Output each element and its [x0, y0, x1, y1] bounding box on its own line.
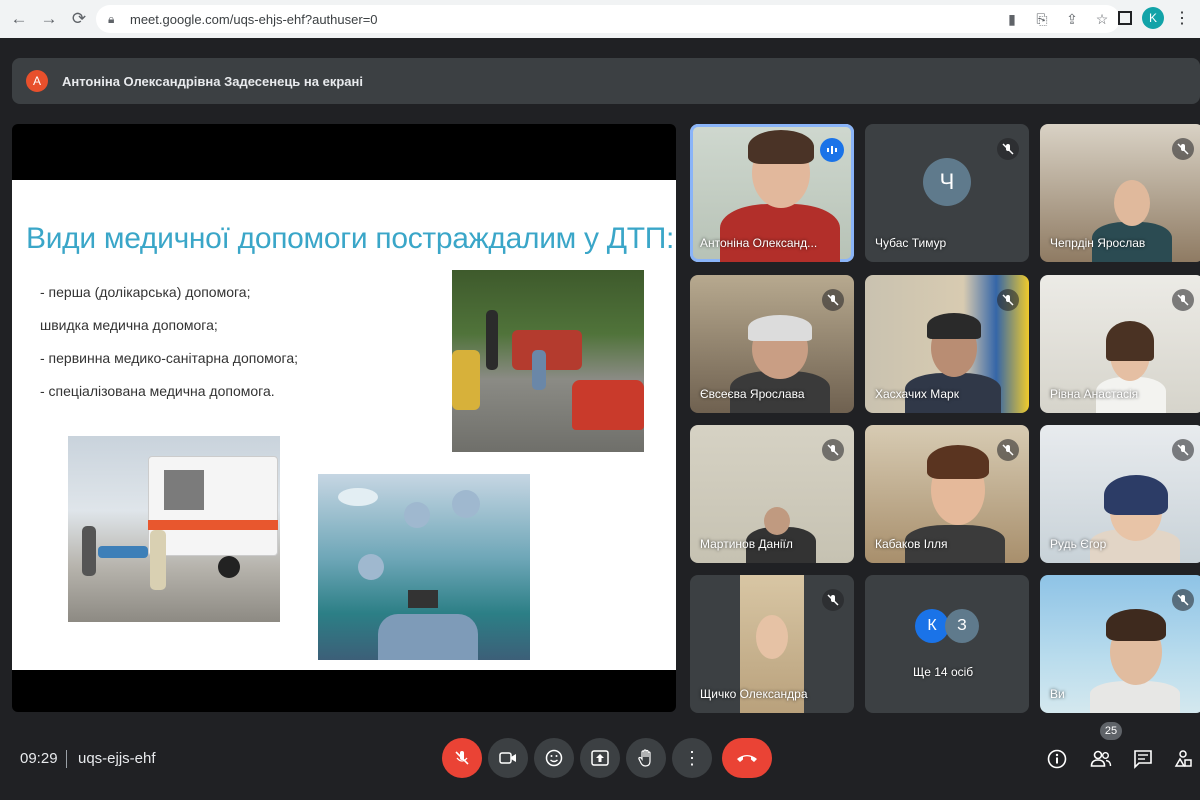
- mic-off-icon: [1172, 589, 1194, 611]
- participant-tile[interactable]: Щичко Олександра: [690, 575, 854, 713]
- participant-name: Мартинов Даніїл: [700, 537, 793, 551]
- chat-icon: [1134, 750, 1152, 769]
- mic-off-icon: [997, 439, 1019, 461]
- hang-up-icon: [737, 755, 757, 762]
- participant-tile[interactable]: Рудь Єгор: [1040, 425, 1200, 563]
- reload-icon[interactable]: ⟳: [68, 8, 90, 30]
- browser-toolbar: ← → ⟳ 🔒︎ meet.google.com/uqs-ehjs-ehf?au…: [0, 0, 1200, 38]
- participant-tile[interactable]: Ч Чубас Тимур: [865, 124, 1029, 262]
- mic-off-icon: [822, 289, 844, 311]
- camera-icon: [499, 752, 516, 764]
- reactions-button[interactable]: [534, 738, 574, 778]
- mic-off-icon: [455, 751, 469, 765]
- address-bar[interactable]: 🔒︎ meet.google.com/uqs-ehjs-ehf?authuser…: [96, 5, 1120, 33]
- participant-name: Щичко Олександра: [700, 687, 808, 701]
- forward-icon[interactable]: →: [38, 8, 60, 30]
- emoji-icon: [545, 749, 563, 767]
- meeting-details-button[interactable]: [1044, 746, 1070, 772]
- participant-name: Євсеєва Ярослава: [700, 387, 805, 401]
- meeting-code: uqs-ejjs-ehf: [78, 750, 156, 767]
- share-icon[interactable]: ⇪: [1062, 9, 1082, 29]
- bookmark-star-icon[interactable]: ☆: [1092, 9, 1112, 29]
- bullet-item: - перша (долікарська) допомога;: [40, 284, 251, 300]
- participant-tile[interactable]: Кабаков Ілля: [865, 425, 1029, 563]
- participant-tile[interactable]: Хасхачих Марк: [865, 275, 1029, 413]
- back-icon[interactable]: ←: [8, 8, 30, 30]
- participant-tile[interactable]: Чепрдін Ярослав: [1040, 124, 1200, 262]
- self-view-tile[interactable]: Ви: [1040, 575, 1200, 713]
- info-icon: [1047, 749, 1067, 769]
- mic-off-icon: [1172, 138, 1194, 160]
- participant-name: Чепрдін Ярослав: [1050, 236, 1146, 250]
- more-participants-label: Ще 14 осіб: [913, 665, 974, 679]
- more-vert-icon: ⋮: [683, 747, 701, 768]
- people-icon: [1090, 750, 1112, 767]
- presentation-slide: Види медичної допомоги постраждалим у ДТ…: [12, 180, 676, 670]
- speaking-indicator-icon: [820, 138, 844, 162]
- participant-name: Хасхачих Марк: [875, 387, 959, 401]
- lock-icon: 🔒︎: [108, 12, 115, 26]
- mic-off-icon: [997, 138, 1019, 160]
- activities-button[interactable]: [1170, 746, 1196, 772]
- mic-off-icon: [822, 589, 844, 611]
- more-participants-tile[interactable]: К З Ще 14 осіб: [865, 575, 1029, 713]
- participant-tile[interactable]: Мартинов Даніїл: [690, 425, 854, 563]
- hand-icon: [638, 749, 651, 767]
- meeting-controls: 09:29 uqs-ejjs-ehf ⋮ 25: [0, 722, 1200, 800]
- side-panel-icon[interactable]: [1118, 11, 1132, 25]
- present-screen-button[interactable]: [580, 738, 620, 778]
- camera-toggle-button[interactable]: [488, 738, 528, 778]
- participant-avatar: Ч: [923, 158, 971, 206]
- participant-name: Кабаков Ілля: [875, 537, 948, 551]
- slide-title: Види медичної допомоги постраждалим у ДТ…: [26, 222, 675, 255]
- participant-avatar: К: [915, 609, 949, 643]
- mic-off-icon: [1172, 289, 1194, 311]
- participant-name: Рудь Єгор: [1050, 537, 1107, 551]
- participant-name: Рівна Анастасія: [1050, 387, 1139, 401]
- url-text: meet.google.com/uqs-ehjs-ehf?authuser=0: [130, 11, 378, 27]
- participant-name: Антоніна Олександ...: [700, 236, 818, 250]
- leave-call-button[interactable]: [722, 738, 772, 778]
- bullet-item: - первинна медико-санітарна допомога;: [40, 350, 298, 366]
- raise-hand-button[interactable]: [626, 738, 666, 778]
- translate-icon[interactable]: ⎘: [1032, 9, 1052, 29]
- mic-off-icon: [1172, 439, 1194, 461]
- present-icon: [591, 750, 609, 766]
- profile-avatar[interactable]: K: [1142, 7, 1164, 29]
- mic-off-icon: [997, 289, 1019, 311]
- accident-scene-photo: [452, 270, 644, 452]
- menu-dots-icon[interactable]: ⋮: [1174, 8, 1190, 28]
- participant-name: Чубас Тимур: [875, 236, 947, 250]
- bullet-item: швидка медична допомога;: [40, 317, 218, 333]
- participant-avatar: З: [945, 609, 979, 643]
- participant-tile[interactable]: Антоніна Олександ...: [690, 124, 854, 262]
- mic-toggle-button[interactable]: [442, 738, 482, 778]
- presenting-text: Антоніна Олександрівна Задесенець на екр…: [62, 73, 363, 89]
- participant-count-badge: 25: [1100, 722, 1122, 740]
- shared-screen[interactable]: Види медичної допомоги постраждалим у ДТ…: [12, 124, 676, 712]
- presenting-banner: А Антоніна Олександрівна Задесенець на е…: [12, 58, 1200, 104]
- mic-off-icon: [822, 439, 844, 461]
- more-options-button[interactable]: ⋮: [672, 738, 712, 778]
- chat-button[interactable]: [1130, 746, 1156, 772]
- divider: [66, 750, 67, 768]
- slide-bullets: - перша (долікарська) допомога; швидка м…: [40, 284, 298, 416]
- bullet-item: - спеціалізована медична допомога.: [40, 383, 275, 399]
- meeting-time: 09:29: [20, 750, 58, 767]
- ambulance-photo: [68, 436, 280, 622]
- presenter-avatar: А: [26, 70, 48, 92]
- camera-in-use-icon[interactable]: ▮: [1002, 9, 1022, 29]
- participant-tile[interactable]: Євсеєва Ярослава: [690, 275, 854, 413]
- participant-name: Ви: [1050, 687, 1065, 701]
- surgery-photo: [318, 474, 530, 660]
- participant-tile[interactable]: Рівна Анастасія: [1040, 275, 1200, 413]
- activities-icon: [1174, 750, 1192, 767]
- people-button[interactable]: [1088, 746, 1114, 772]
